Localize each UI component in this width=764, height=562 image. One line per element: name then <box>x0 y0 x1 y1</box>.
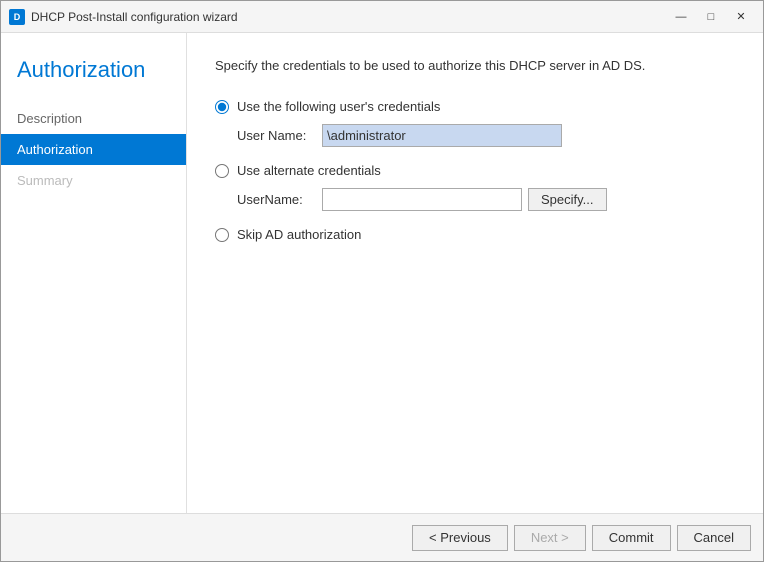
description-text: Specify the credentials to be used to au… <box>215 57 735 75</box>
radio-skip-ad-input[interactable] <box>215 228 229 242</box>
specify-button[interactable]: Specify... <box>528 188 607 211</box>
title-bar: D DHCP Post-Install configuration wizard… <box>1 1 763 33</box>
close-button[interactable]: ✕ <box>727 7 755 27</box>
sidebar-item-authorization[interactable]: Authorization <box>1 134 186 165</box>
title-bar-controls: — □ ✕ <box>667 7 755 27</box>
title-bar-left: D DHCP Post-Install configuration wizard <box>9 9 238 25</box>
previous-button[interactable]: < Previous <box>412 525 508 551</box>
page-title: Authorization <box>1 49 186 103</box>
radio-use-alternate[interactable]: Use alternate credentials <box>215 163 735 178</box>
radio-skip-ad[interactable]: Skip AD authorization <box>215 227 735 242</box>
alternate-username-label: UserName: <box>237 192 322 207</box>
commit-button[interactable]: Commit <box>592 525 671 551</box>
radio-use-following[interactable]: Use the following user's credentials <box>215 99 735 114</box>
credential-options: Use the following user's credentials Use… <box>215 99 735 242</box>
next-button[interactable]: Next > <box>514 525 586 551</box>
radio-use-following-input[interactable] <box>215 100 229 114</box>
radio-skip-ad-label: Skip AD authorization <box>237 227 361 242</box>
username-label: User Name: <box>237 128 322 143</box>
radio-use-alternate-input[interactable] <box>215 164 229 178</box>
cancel-button[interactable]: Cancel <box>677 525 751 551</box>
username-field-row: User Name: <box>237 124 735 147</box>
maximize-button[interactable]: □ <box>697 7 725 27</box>
minimize-button[interactable]: — <box>667 7 695 27</box>
radio-use-alternate-label: Use alternate credentials <box>237 163 381 178</box>
footer: < Previous Next > Commit Cancel <box>1 513 763 561</box>
sidebar-item-description[interactable]: Description <box>1 103 186 134</box>
right-panel: Specify the credentials to be used to au… <box>186 33 763 513</box>
username-input[interactable] <box>322 124 562 147</box>
alternate-username-input[interactable] <box>322 188 522 211</box>
alternate-username-field-row: UserName: Specify... <box>237 188 735 211</box>
app-icon: D <box>9 9 25 25</box>
content-area: Authorization Description Authorization … <box>1 33 763 513</box>
sidebar-item-summary: Summary <box>1 165 186 196</box>
radio-use-following-label: Use the following user's credentials <box>237 99 440 114</box>
left-panel: Authorization Description Authorization … <box>1 33 186 513</box>
window-title: DHCP Post-Install configuration wizard <box>31 10 238 24</box>
main-window: D DHCP Post-Install configuration wizard… <box>0 0 764 562</box>
